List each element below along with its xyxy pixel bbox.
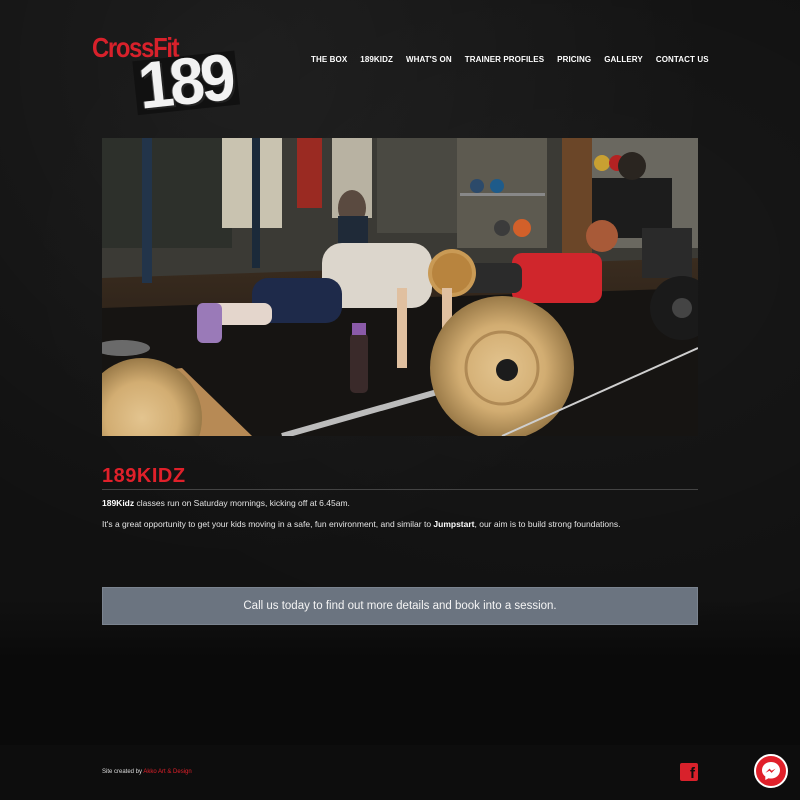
description-start: It's a great opportunity to get your kid… <box>102 519 434 529</box>
site-credit: Site created by Akko Art & Design <box>102 769 192 775</box>
logo-number: 189 <box>134 39 236 123</box>
nav-item-the-box[interactable]: THE BOX <box>311 55 347 64</box>
call-to-action-banner[interactable]: Call us today to find out more details a… <box>102 587 698 625</box>
facebook-icon[interactable]: f <box>680 763 698 782</box>
intro-bold: 189Kidz <box>102 498 135 508</box>
main-navigation: THE BOX 189KIDZ WHAT'S ON TRAINER PROFIL… <box>311 55 722 64</box>
credit-prefix: Site created by <box>102 769 144 775</box>
crossfit-189-logo[interactable]: CrossFit 189 <box>92 28 237 123</box>
credit-link[interactable]: Akko Art & Design <box>143 769 191 775</box>
nav-item-trainer-profiles[interactable]: TRAINER PROFILES <box>465 55 544 64</box>
nav-item-contact-us[interactable]: CONTACT US <box>656 55 709 64</box>
hero-image <box>102 138 698 436</box>
intro-paragraph: 189Kidz classes run on Saturday mornings… <box>102 498 698 508</box>
nav-item-pricing[interactable]: PRICING <box>557 55 591 64</box>
nav-item-whats-on[interactable]: WHAT'S ON <box>406 55 452 64</box>
nav-item-gallery[interactable]: GALLERY <box>604 55 643 64</box>
messenger-icon[interactable] <box>754 754 788 788</box>
messenger-glyph-icon <box>762 762 780 780</box>
title-divider <box>102 489 698 490</box>
jumpstart-link[interactable]: Jumpstart <box>433 519 474 529</box>
hero-photo-illustration <box>102 138 698 436</box>
nav-item-189kidz[interactable]: 189KIDZ <box>360 55 393 64</box>
intro-text: classes run on Saturday mornings, kickin… <box>134 498 350 508</box>
description-end: , our aim is to build strong foundations… <box>474 519 621 529</box>
description-paragraph: It's a great opportunity to get your kid… <box>102 519 698 529</box>
page-title: 189KIDZ <box>102 465 186 487</box>
